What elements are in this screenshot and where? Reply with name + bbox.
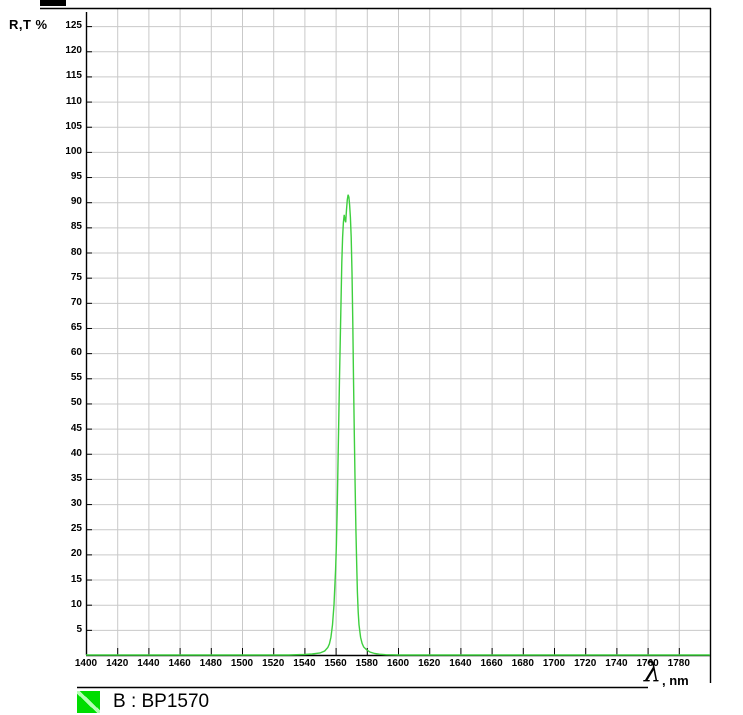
y-tick-label: 80 — [71, 246, 82, 257]
y-tick-label: 90 — [71, 196, 82, 207]
spectrum-chart-window: 1400142014401460148015001520154015601580… — [0, 0, 743, 715]
y-tick-label: 120 — [65, 45, 82, 56]
y-tick-label: 105 — [65, 121, 82, 132]
x-tick-label: 1400 — [75, 658, 97, 669]
x-tick-label: 1520 — [262, 658, 284, 669]
x-tick-label: 1540 — [293, 658, 315, 669]
y-tick-label: 125 — [65, 20, 82, 31]
legend-label: B : BP1570 — [113, 691, 209, 713]
y-tick-label: 115 — [66, 70, 82, 81]
y-tick-label: 95 — [71, 171, 82, 182]
x-tick-label: 1680 — [512, 658, 534, 669]
x-tick-label: 1780 — [668, 658, 690, 669]
legend-item[interactable]: B : BP1570 — [77, 691, 209, 713]
chart-canvas — [0, 0, 743, 715]
y-tick-label: 55 — [71, 372, 82, 383]
x-tick-label: 1420 — [106, 658, 128, 669]
x-tick-label: 1660 — [480, 658, 502, 669]
x-tick-label: 1580 — [356, 658, 378, 669]
y-tick-label: 10 — [71, 599, 82, 610]
x-tick-label: 1700 — [543, 658, 565, 669]
x-tick-label: 1620 — [418, 658, 440, 669]
x-tick-label: 1440 — [137, 658, 159, 669]
y-tick-label: 110 — [66, 96, 82, 107]
y-tick-label: 65 — [71, 322, 82, 333]
x-tick-label: 1500 — [231, 658, 253, 669]
x-axis-units-label: , nm — [662, 673, 689, 688]
y-tick-label: 40 — [71, 448, 82, 459]
y-tick-label: 60 — [71, 347, 82, 358]
y-tick-label: 85 — [71, 221, 82, 232]
x-tick-label: 1600 — [387, 658, 409, 669]
x-tick-label: 1640 — [449, 658, 471, 669]
y-axis-title: R,T % — [9, 17, 48, 32]
y-tick-label: 75 — [71, 272, 82, 283]
x-tick-label: 1460 — [168, 658, 190, 669]
y-tick-label: 50 — [71, 397, 82, 408]
y-tick-label: 70 — [71, 297, 82, 308]
x-tick-label: 1480 — [200, 658, 222, 669]
y-tick-label: 35 — [71, 473, 82, 484]
legend-color-swatch-icon — [77, 691, 100, 713]
x-tick-label: 1740 — [605, 658, 627, 669]
y-tick-label: 20 — [71, 548, 82, 559]
x-tick-label: 1720 — [574, 658, 596, 669]
y-tick-label: 30 — [71, 498, 82, 509]
y-tick-label: 100 — [65, 146, 82, 157]
x-tick-label: 1560 — [324, 658, 346, 669]
y-tick-label: 15 — [71, 573, 82, 584]
x-axis-lambda-symbol: λ — [644, 659, 661, 686]
y-tick-label: 25 — [71, 523, 82, 534]
y-tick-label: 45 — [71, 423, 82, 434]
y-tick-label: 5 — [76, 624, 82, 635]
